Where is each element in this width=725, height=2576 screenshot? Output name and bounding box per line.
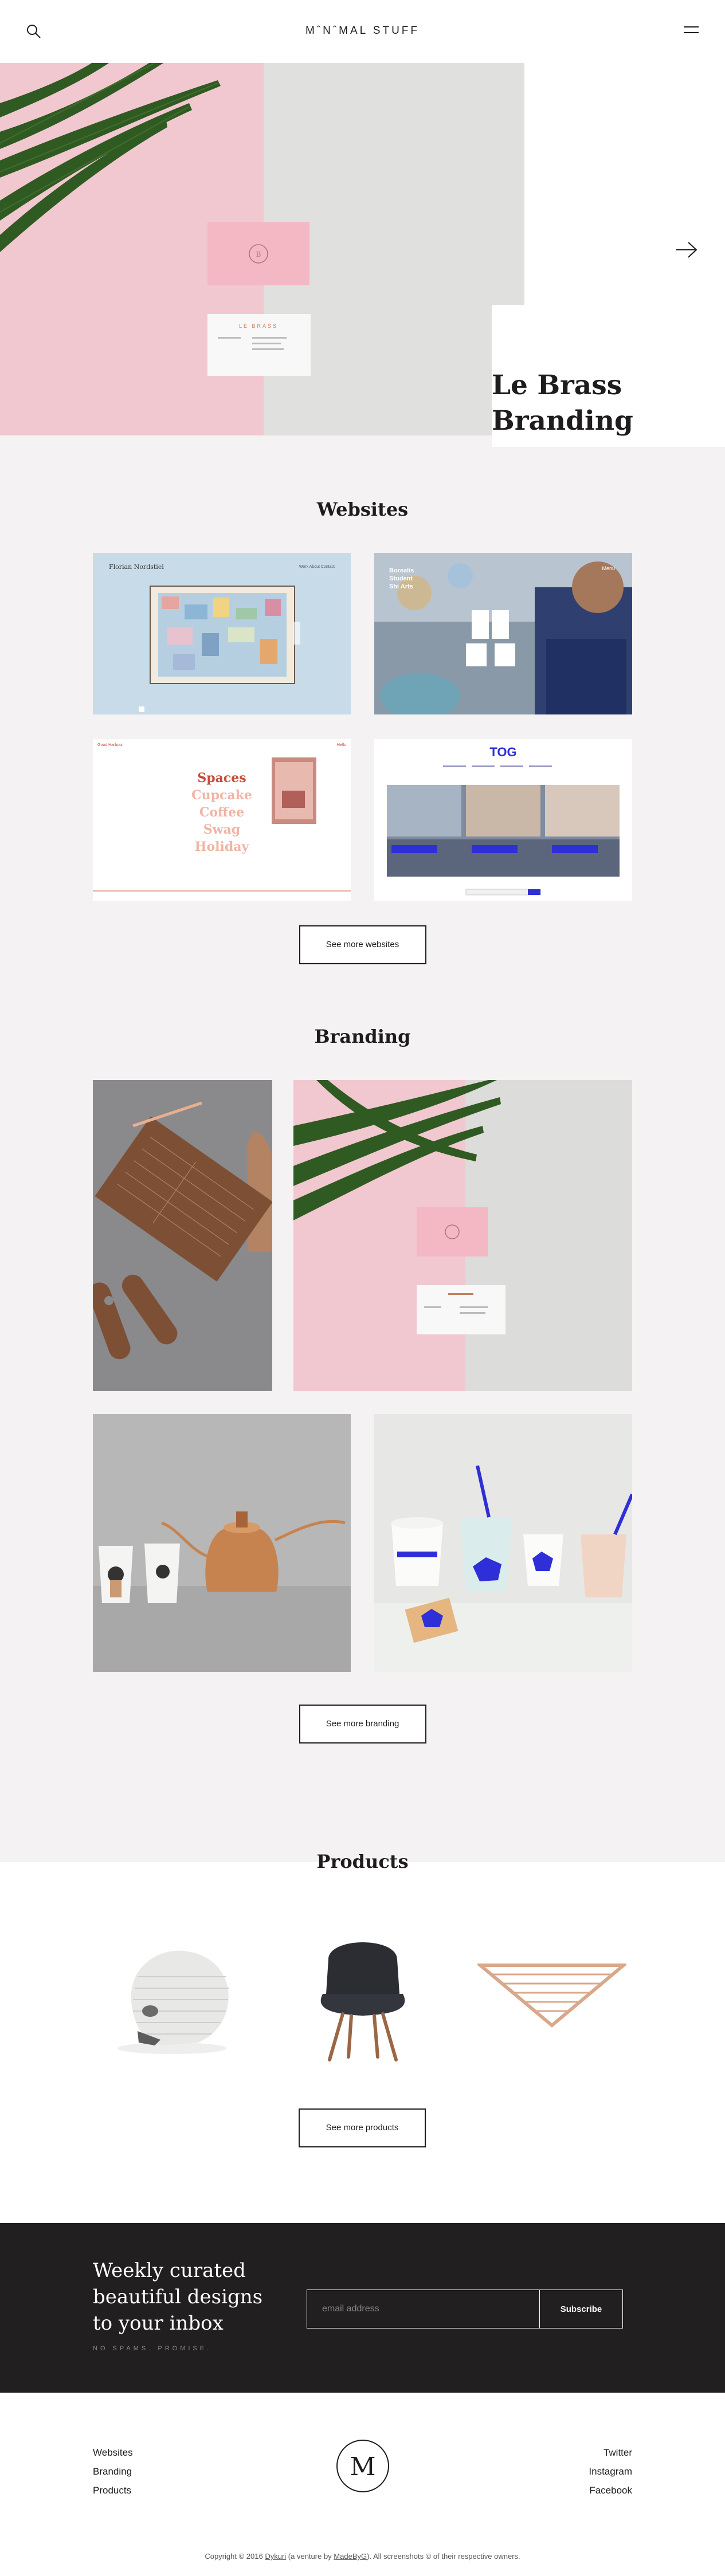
svg-text:Menu: Menu — [602, 566, 615, 571]
branding-section: Branding See more branding — [0, 1026, 725, 1862]
copyright-prefix: Copyright © 2016 — [205, 2552, 265, 2561]
see-more-products-button[interactable]: See more products — [299, 2108, 426, 2147]
hero-slider: B LE BRASS Le Brass Branding — [0, 63, 725, 447]
footer-link-branding[interactable]: Branding — [93, 2462, 133, 2481]
site-footer: Websites Branding Products M Twitter Ins… — [0, 2393, 725, 2576]
newsletter-tagline: NO SPAMS. PROMISE. — [93, 2345, 212, 2352]
email-input[interactable] — [307, 2290, 540, 2328]
branding-card-kettle[interactable] — [93, 1414, 351, 1672]
website-card-arts[interactable]: Borealis Student Shi Arts Menu — [374, 553, 632, 714]
branding-title: Branding — [314, 1026, 411, 1047]
svg-text:Student: Student — [389, 575, 413, 582]
footer-link-facebook[interactable]: Facebook — [589, 2481, 632, 2500]
product-triangle-shelf[interactable] — [475, 1925, 629, 2063]
websites-section: Websites Florian Nordstiel Work About Co… — [0, 435, 725, 1026]
subscribe-button[interactable]: Subscribe — [540, 2290, 622, 2328]
svg-text:Holiday: Holiday — [195, 839, 250, 854]
site-header: MˆNˆMAL STUFF — [0, 0, 725, 63]
website-card-florian[interactable]: Florian Nordstiel Work About Contact — [93, 553, 351, 714]
footer-link-products[interactable]: Products — [93, 2481, 133, 2500]
svg-text:Work About Contact: Work About Contact — [299, 565, 335, 569]
monogram-logo[interactable]: M — [335, 2438, 390, 2493]
svg-text:Swag: Swag — [203, 822, 240, 837]
see-more-websites-button[interactable]: See more websites — [299, 925, 426, 964]
website-card-spaces[interactable]: Good Harbour Hello Spaces Cupcake Coffee… — [93, 739, 351, 901]
svg-text:B: B — [256, 250, 261, 258]
svg-text:Coffee: Coffee — [199, 805, 244, 820]
svg-text:TOG: TOG — [489, 745, 516, 759]
copyright-middle: (a venture by — [286, 2552, 334, 2561]
arrow-right-icon[interactable] — [675, 238, 699, 262]
copyright-suffix: ). All screenshots © of their respective… — [367, 2552, 520, 2561]
branding-card-cups[interactable] — [374, 1414, 632, 1672]
website-card-tog[interactable]: TOG — [374, 739, 632, 901]
hero-title-line1[interactable]: Le Brass — [492, 370, 622, 401]
products-title: Products — [316, 1851, 409, 1872]
svg-text:Cupcake: Cupcake — [191, 788, 252, 803]
hamburger-menu-icon[interactable] — [684, 26, 699, 37]
hero-title-line2[interactable]: Branding — [492, 405, 633, 437]
footer-right-links: Twitter Instagram Facebook — [589, 2443, 632, 2500]
svg-text:M: M — [350, 2452, 375, 2481]
svg-text:Florian Nordstiel: Florian Nordstiel — [109, 563, 164, 571]
svg-text:Shi Arts: Shi Arts — [389, 583, 413, 590]
footer-left-links: Websites Branding Products — [93, 2443, 133, 2500]
branding-card-tickets[interactable] — [93, 1080, 272, 1391]
websites-title: Websites — [316, 498, 409, 520]
copyright: Copyright © 2016 Dykuri (a venture by Ma… — [0, 2552, 725, 2561]
svg-text:Spaces: Spaces — [197, 771, 246, 786]
svg-text:Hello: Hello — [337, 743, 346, 747]
newsletter-form: Subscribe — [307, 2290, 623, 2328]
footer-link-instagram[interactable]: Instagram — [589, 2462, 632, 2481]
site-logo[interactable]: MˆNˆMAL STUFF — [0, 25, 725, 37]
copyright-link-dykuri[interactable]: Dykuri — [265, 2552, 286, 2561]
svg-text:LE BRASS: LE BRASS — [239, 323, 278, 329]
branding-card-lebrass[interactable] — [293, 1080, 632, 1391]
newsletter-title: Weekly curated beautiful designs to your… — [93, 2259, 263, 2335]
footer-link-websites[interactable]: Websites — [93, 2443, 133, 2462]
svg-text:Good Harbour: Good Harbour — [97, 743, 123, 747]
svg-text:Borealis: Borealis — [389, 567, 414, 574]
hero-title-box: Le Brass Branding — [492, 305, 725, 447]
product-skull[interactable] — [97, 1925, 246, 2063]
footer-link-twitter[interactable]: Twitter — [589, 2443, 632, 2462]
copyright-link-madebyg[interactable]: MadeByG — [334, 2552, 367, 2561]
see-more-branding-button[interactable]: See more branding — [299, 1705, 426, 1743]
newsletter-section: Weekly curated beautiful designs to your… — [0, 2223, 725, 2393]
product-chair[interactable] — [288, 1925, 437, 2063]
products-section: Products See more products — [0, 1851, 725, 2223]
hero-image[interactable]: B LE BRASS — [0, 63, 524, 435]
